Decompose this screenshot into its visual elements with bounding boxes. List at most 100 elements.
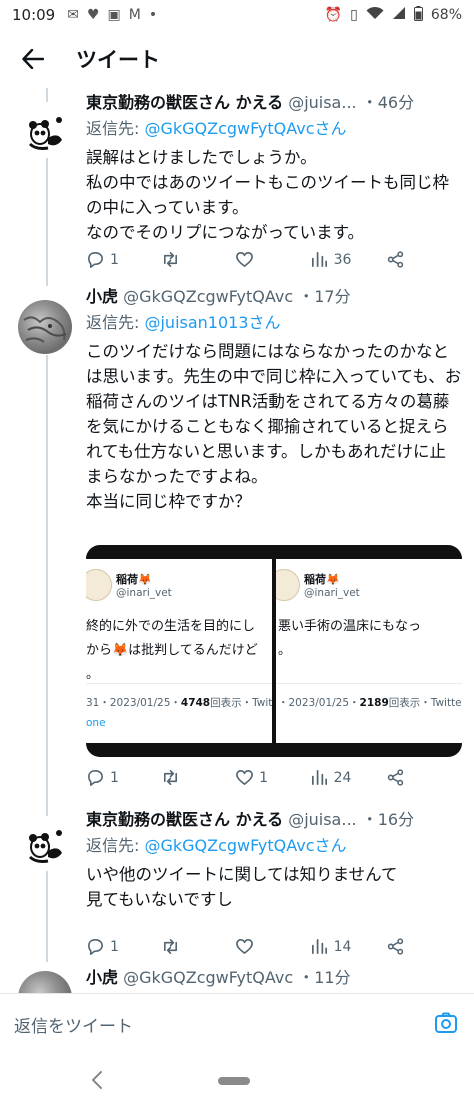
mail-icon: ✉ xyxy=(67,7,79,23)
quoted-handle: @inari_vet xyxy=(304,587,360,599)
quoted-text: 。 xyxy=(278,643,292,658)
tweet-text: 誤解はとけましたでしょうか。 私の中ではあのツイートもこのツイートも同じ枠の中に… xyxy=(86,148,449,242)
tweet-text: このツイだけなら問題にはならなかったのかなとは思います。先生の中で同じ枠に入って… xyxy=(86,342,462,511)
app-bar: ツイート xyxy=(0,30,474,88)
display-name[interactable]: 東京勤務の獣医さん かえる xyxy=(86,810,283,829)
tweet-header: 東京勤務の獣医さん かえる @juisa... ・16分 xyxy=(86,809,462,831)
view-count: 14 xyxy=(333,938,352,955)
share-icon xyxy=(387,938,404,955)
quoted-meta: ・2023/01/25・2189回表示・Twitte xyxy=(278,695,462,710)
user-handle[interactable]: @GkGQZcgwFytQAvc xyxy=(123,287,293,306)
panda-icon xyxy=(18,817,72,871)
page-title: ツイート xyxy=(76,48,160,72)
panda-icon xyxy=(18,104,72,158)
battery-percent: 68% xyxy=(430,7,462,23)
back-button[interactable] xyxy=(18,44,48,74)
wifi-icon xyxy=(366,6,384,24)
share-icon xyxy=(387,769,404,786)
cat-photo-icon xyxy=(23,316,67,343)
system-back-button[interactable] xyxy=(88,1069,108,1091)
signal-icon xyxy=(392,6,406,24)
reply-to-link[interactable]: @juisan1013さん xyxy=(144,313,280,332)
reply-prefix: 返信先: xyxy=(86,119,145,138)
reply-to-link[interactable]: @GkGQZcgwFytQAvcさん xyxy=(144,119,346,138)
like-button[interactable] xyxy=(235,937,275,956)
like-button[interactable] xyxy=(235,250,275,269)
reply-icon xyxy=(88,939,103,955)
views-button[interactable]: 24 xyxy=(310,768,352,787)
system-home-handle[interactable] xyxy=(218,1077,250,1085)
reply-icon xyxy=(88,770,103,786)
heart-icon xyxy=(236,939,253,954)
avatar[interactable] xyxy=(18,300,72,354)
alarm-icon: ⏰ xyxy=(324,7,343,23)
battery-icon xyxy=(413,5,423,25)
arrow-left-icon xyxy=(22,49,44,69)
quoted-date: ・2023/01/25・ xyxy=(278,697,360,709)
tweet[interactable]: 東京勤務の獣医さん かえる @juisa... ・46分 返信先: @GkGQZ… xyxy=(0,88,474,288)
reply-button[interactable]: 1 xyxy=(86,937,126,956)
display-name[interactable]: 小虎 xyxy=(86,287,118,306)
media-image[interactable]: 稲荷🦊 @inari_vet 悪い手術の温床にもなっ 。 ・2023/01/25… xyxy=(276,545,462,757)
share-button[interactable] xyxy=(386,768,426,787)
reply-button[interactable]: 1 xyxy=(86,768,126,787)
views-button[interactable]: 14 xyxy=(310,937,352,956)
avatar xyxy=(276,569,300,601)
quoted-text: 終的に外での生活を目的にし xyxy=(86,619,256,634)
retweet-button[interactable] xyxy=(161,250,201,269)
avatar[interactable] xyxy=(18,971,72,993)
quoted-text: から🦊は批判してるんだけど xyxy=(86,643,258,658)
user-handle[interactable]: @juisa... xyxy=(288,93,356,112)
reply-composer[interactable]: 返信をツイート xyxy=(0,993,474,1055)
heart-icon xyxy=(236,252,253,267)
user-handle[interactable]: @GkGQZcgwFytQAvc xyxy=(123,968,293,987)
camera-button[interactable] xyxy=(434,1011,458,1035)
tweet-actions: 1 36 xyxy=(86,250,426,269)
system-icons: ⏰ ▯ 68% xyxy=(324,5,462,25)
reply-count: 1 xyxy=(110,251,119,268)
tweet-actions: 1 14 xyxy=(86,937,426,956)
tweet[interactable]: 東京勤務の獣医さん かえる @juisa... ・16分 返信先: @GkGQZ… xyxy=(0,803,474,963)
reply-button[interactable]: 1 xyxy=(86,250,126,269)
quoted-source: 回表示・Twitter fo xyxy=(210,697,272,709)
reply-icon xyxy=(88,252,103,268)
status-time: 10:09 xyxy=(12,6,56,24)
gmail-icon: M xyxy=(128,7,141,23)
status-bar: 10:09 ✉ ♥ ▣ M • ⏰ ▯ 68% xyxy=(0,0,474,30)
heart-icon xyxy=(236,770,253,785)
avatar[interactable] xyxy=(18,817,72,871)
analytics-icon xyxy=(311,251,327,268)
quoted-text: 悪い手術の温床にもなっ xyxy=(278,619,422,634)
system-nav-bar xyxy=(0,1055,474,1106)
tweet[interactable]: 小虎 @GkGQZcgwFytQAvc ・17分 返信先: @juisan101… xyxy=(0,287,474,803)
notification-icons: ✉ ♥ ▣ M • xyxy=(67,7,157,23)
display-name[interactable]: 小虎 xyxy=(86,968,118,987)
share-button[interactable] xyxy=(386,937,426,956)
retweet-button[interactable] xyxy=(161,768,201,787)
chevron-left-icon xyxy=(92,1071,102,1089)
media-gallery[interactable]: 稲荷🦊 @inari_vet 終的に外での生活を目的にし から🦊は批判してるんだ… xyxy=(86,545,462,757)
analytics-icon xyxy=(311,769,327,786)
user-handle[interactable]: @juisa... xyxy=(288,810,356,829)
display-name[interactable]: 東京勤務の獣医さん かえる xyxy=(86,93,283,112)
like-button[interactable]: 1 xyxy=(235,768,275,787)
tweet-thread[interactable]: 東京勤務の獣医さん かえる @juisa... ・46分 返信先: @GkGQZ… xyxy=(0,88,474,993)
news-icon: ▣ xyxy=(107,7,121,23)
media-image[interactable]: 稲荷🦊 @inari_vet 終的に外での生活を目的にし から🦊は批判してるんだ… xyxy=(86,545,272,757)
quoted-name: 稲荷🦊 xyxy=(304,573,340,586)
avatar[interactable] xyxy=(18,104,72,158)
view-count: 24 xyxy=(333,769,352,786)
tweet[interactable]: 小虎 @GkGQZcgwFytQAvc ・11分 xyxy=(0,963,474,993)
reply-to-link[interactable]: @GkGQZcgwFytQAvcさん xyxy=(144,836,346,855)
heart-icon: ♥ xyxy=(86,7,100,23)
retweet-icon xyxy=(163,939,177,954)
tweet-header: 小虎 @GkGQZcgwFytQAvc ・11分 xyxy=(86,967,462,989)
reply-input[interactable]: 返信をツイート xyxy=(14,1012,133,1037)
reply-context: 返信先: @GkGQZcgwFytQAvcさん xyxy=(86,835,462,857)
retweet-button[interactable] xyxy=(161,937,201,956)
reply-context: 返信先: @GkGQZcgwFytQAvcさん xyxy=(86,118,462,140)
share-button[interactable] xyxy=(386,250,426,269)
dot-icon: • xyxy=(148,7,158,23)
retweet-icon xyxy=(163,770,177,785)
views-button[interactable]: 36 xyxy=(310,250,351,269)
